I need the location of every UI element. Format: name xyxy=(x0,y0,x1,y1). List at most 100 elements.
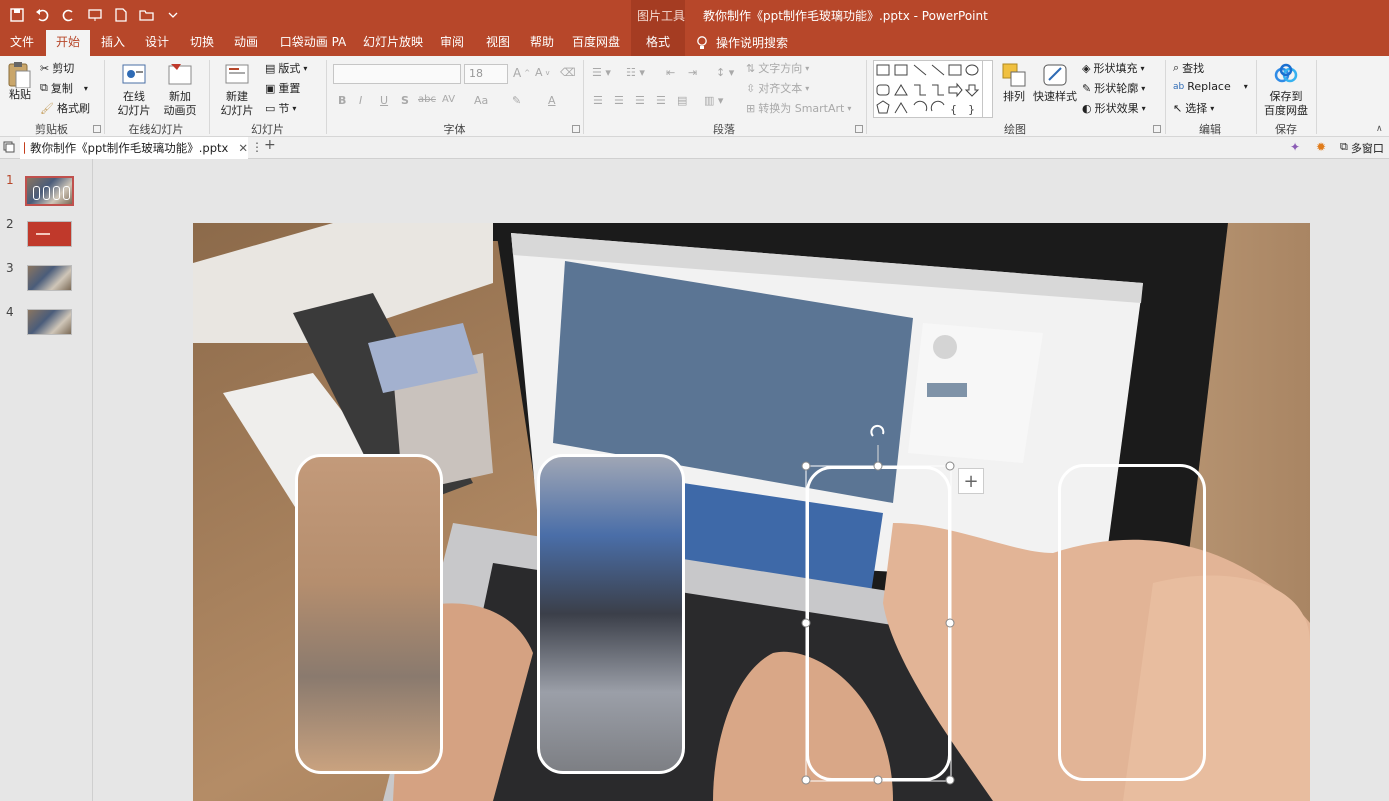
shadow-button[interactable]: S xyxy=(401,94,409,107)
line-spacing-icon[interactable]: ↕ ▾ xyxy=(716,66,734,79)
tab-menu-icon[interactable]: ⋮ xyxy=(251,140,263,154)
settings-gear-icon[interactable]: ✹ xyxy=(1316,140,1326,154)
distributed-icon[interactable]: ▤ xyxy=(677,94,687,107)
align-left-icon[interactable]: ☰ xyxy=(593,94,603,107)
copy-icon[interactable] xyxy=(3,141,15,156)
layout-button[interactable]: ▤ 版式 ▾ xyxy=(265,60,307,76)
smartart-button[interactable]: ⊞ 转换为 SmartArt ▾ xyxy=(746,100,851,116)
format-painter-button[interactable]: 🖌 格式刷 xyxy=(40,100,90,116)
tab-pocket-animation[interactable]: 口袋动画 PA xyxy=(274,30,352,56)
slide-thumbnail-2[interactable] xyxy=(27,221,72,247)
layout-options-icon[interactable]: + xyxy=(958,468,984,494)
tab-transitions[interactable]: 切换 xyxy=(180,30,224,56)
align-center-icon[interactable]: ☰ xyxy=(614,94,624,107)
char-spacing-button[interactable]: AV xyxy=(442,94,455,105)
font-color-button[interactable]: A xyxy=(548,94,556,107)
tab-baidu-netdisk[interactable]: 百度网盘 xyxy=(566,30,626,56)
start-slideshow-icon[interactable] xyxy=(84,4,106,26)
frosted-card-1[interactable] xyxy=(295,454,443,774)
font-launcher-icon[interactable] xyxy=(572,125,580,133)
highlight-icon[interactable]: ✎ xyxy=(512,94,521,107)
replace-icon: ab xyxy=(1173,81,1185,92)
clear-format-icon[interactable]: ⌫ xyxy=(560,66,576,79)
new-tab-icon[interactable]: + xyxy=(264,137,276,153)
new-slide-button[interactable]: 新建 幻灯片 xyxy=(214,62,260,118)
quick-styles-button[interactable]: 快速样式 xyxy=(1032,62,1078,104)
text-direction-button[interactable]: ⇅ 文字方向 ▾ xyxy=(746,60,809,76)
align-text-button[interactable]: ⇳ 对齐文本 ▾ xyxy=(746,80,809,96)
align-text-icon: ⇳ xyxy=(746,81,756,95)
clipboard-launcher-icon[interactable] xyxy=(93,125,101,133)
tab-help[interactable]: 帮助 xyxy=(522,30,562,56)
shapes-gallery[interactable]: { } xyxy=(873,60,993,118)
collapse-ribbon-icon[interactable]: ∧ xyxy=(1376,124,1383,134)
chevron-down-icon: ▾ xyxy=(805,63,810,73)
save-to-netdisk-button[interactable]: 保存到 百度网盘 xyxy=(1262,62,1310,118)
change-case-button[interactable]: Aa xyxy=(474,94,488,107)
document-tab[interactable]: P 教你制作《ppt制作毛玻璃功能》.pptx ✕ xyxy=(20,137,248,159)
paragraph-launcher-icon[interactable] xyxy=(855,125,863,133)
new-animation-page-button[interactable]: 新加 动画页 xyxy=(158,62,202,118)
slide-thumbnail-3[interactable] xyxy=(27,265,72,291)
cut-button[interactable]: ✂ 剪切 xyxy=(40,60,74,76)
open-folder-icon[interactable] xyxy=(136,4,158,26)
align-right-icon[interactable]: ☰ xyxy=(635,94,645,107)
select-button[interactable]: ↖ 选择 ▾ xyxy=(1173,100,1214,116)
numbering-icon[interactable]: ☷ ▾ xyxy=(626,66,645,79)
shrink-font-button[interactable]: Av xyxy=(535,66,550,79)
save-icon[interactable] xyxy=(6,4,28,26)
drawing-launcher-icon[interactable] xyxy=(1153,125,1161,133)
increase-indent-icon[interactable]: ⇥ xyxy=(688,66,697,79)
shapes-scroll[interactable] xyxy=(982,60,993,118)
redo-icon[interactable] xyxy=(58,4,80,26)
shape-outline-button[interactable]: ✎ 形状轮廓 ▾ xyxy=(1082,80,1145,96)
frosted-card-4[interactable] xyxy=(1058,464,1206,781)
slide-thumbnails-pane: 1 2 3 4 xyxy=(0,159,93,801)
section-button[interactable]: ▭ 节 ▾ xyxy=(265,100,296,116)
undo-icon[interactable] xyxy=(32,4,54,26)
columns-icon[interactable]: ▥ ▾ xyxy=(704,94,723,107)
slide-canvas[interactable]: + xyxy=(193,223,1310,801)
underline-button[interactable]: U xyxy=(380,94,388,107)
customize-qat-icon[interactable] xyxy=(162,4,184,26)
grow-font-button[interactable]: A ^ xyxy=(513,66,530,80)
tab-animations[interactable]: 动画 xyxy=(226,30,266,56)
slide-thumbnail-1[interactable] xyxy=(25,176,74,206)
font-size-box[interactable]: 18 xyxy=(464,64,508,84)
bold-button[interactable]: B xyxy=(338,94,346,107)
font-name-box[interactable] xyxy=(333,64,461,84)
slide-thumbnail-4[interactable] xyxy=(27,309,72,335)
thumb-card xyxy=(63,186,70,200)
tab-view[interactable]: 视图 xyxy=(478,30,518,56)
tab-slideshow[interactable]: 幻灯片放映 xyxy=(360,30,426,56)
pin-icon[interactable]: ✦ xyxy=(1290,140,1300,154)
new-file-icon[interactable] xyxy=(110,4,132,26)
tab-file[interactable]: 文件 xyxy=(0,30,44,56)
find-button[interactable]: ⌕ 查找 xyxy=(1173,60,1204,76)
copy-button[interactable]: ⧉ 复制 ▾ xyxy=(40,80,88,96)
tab-insert[interactable]: 插入 xyxy=(92,30,134,56)
multi-window-button[interactable]: ⧉ 多窗口 xyxy=(1340,140,1384,156)
italic-button[interactable]: I xyxy=(359,94,362,107)
justify-icon[interactable]: ☰ xyxy=(656,94,666,107)
tab-format[interactable]: 格式 xyxy=(631,30,685,56)
shape-effects-button[interactable]: ◐ 形状效果 ▾ xyxy=(1082,100,1146,116)
tell-me-search[interactable]: 操作说明搜索 xyxy=(696,34,788,51)
online-slide-button[interactable]: 在线 幻灯片 xyxy=(110,62,158,118)
tab-home[interactable]: 开始 xyxy=(46,30,90,56)
paste-button[interactable]: 粘贴 xyxy=(6,60,34,102)
shape-fill-button[interactable]: ◈ 形状填充 ▾ xyxy=(1082,60,1144,76)
strikethrough-button[interactable]: abc xyxy=(418,94,436,105)
shape-outline-label: 形状轮廓 xyxy=(1094,82,1139,95)
frosted-card-3-selected[interactable] xyxy=(806,466,951,781)
close-tab-icon[interactable]: ✕ xyxy=(238,141,248,155)
frosted-card-2[interactable] xyxy=(537,454,685,774)
reset-button[interactable]: ▣ 重置 xyxy=(265,80,300,96)
tab-review[interactable]: 审阅 xyxy=(432,30,472,56)
tab-design[interactable]: 设计 xyxy=(136,30,178,56)
arrange-button[interactable]: 排列 xyxy=(998,62,1030,104)
replace-button[interactable]: ab Replace ▾ xyxy=(1173,80,1248,93)
align-text-label: 对齐文本 xyxy=(758,82,803,95)
bullets-icon[interactable]: ☰ ▾ xyxy=(592,66,611,79)
decrease-indent-icon[interactable]: ⇤ xyxy=(666,66,675,79)
